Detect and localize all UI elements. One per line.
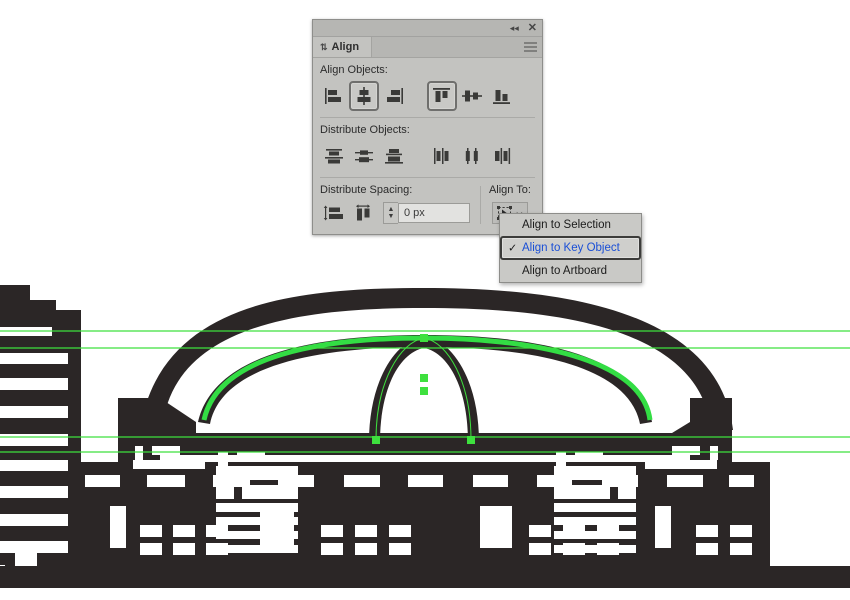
- distribute-horizontal-left-icon[interactable]: [427, 141, 457, 171]
- menu-item-align-to-key-object[interactable]: ✓ Align to Key Object: [500, 236, 641, 260]
- distribute-horizontal-center-icon[interactable]: [457, 141, 487, 171]
- align-objects-label: Align Objects:: [320, 64, 388, 76]
- align-horizontal-center-icon[interactable]: [349, 81, 379, 111]
- divider-1: [320, 117, 535, 118]
- divider-2: [320, 177, 535, 178]
- align-to-menu[interactable]: Align to Selection ✓ Align to Key Object…: [499, 213, 642, 283]
- close-icon[interactable]: ✕: [528, 22, 537, 34]
- align-left-icon[interactable]: [319, 81, 349, 111]
- vertical-separator: [480, 186, 481, 224]
- align-panel[interactable]: ◂◂ ✕ ⇅ Align Align Objects: Distribute O…: [312, 19, 543, 235]
- menu-item-label: Align to Key Object: [522, 242, 620, 254]
- quantity-stepper[interactable]: ▲ ▼: [383, 202, 398, 224]
- stepper-up-icon[interactable]: ▲: [388, 206, 395, 213]
- distribute-objects-row: [313, 140, 542, 172]
- menu-item-align-to-artboard[interactable]: Align to Artboard: [500, 260, 641, 282]
- distribute-horizontal-right-icon[interactable]: [487, 141, 517, 171]
- tab-grip-icon: ⇅: [320, 41, 328, 52]
- distribute-spacing-row: ▲ ▼: [313, 200, 476, 226]
- panel-titlebar[interactable]: ◂◂ ✕: [313, 20, 542, 37]
- align-bottom-icon[interactable]: [487, 81, 517, 111]
- distribute-vertical-center-icon[interactable]: [349, 141, 379, 171]
- tab-align-label: Align: [331, 41, 360, 53]
- spacing-field-group[interactable]: ▲ ▼: [383, 202, 470, 224]
- menu-item-label: Align to Selection: [522, 219, 611, 231]
- distribute-horizontal-spacing-icon[interactable]: [349, 198, 379, 228]
- check-icon: ✓: [508, 242, 518, 255]
- align-right-icon[interactable]: [379, 81, 409, 111]
- distribute-vertical-spacing-icon[interactable]: [319, 198, 349, 228]
- menu-item-align-to-selection[interactable]: Align to Selection: [500, 214, 641, 236]
- align-top-icon[interactable]: [427, 81, 457, 111]
- panel-menu-icon[interactable]: [524, 42, 537, 52]
- distribute-vertical-bottom-icon[interactable]: [379, 141, 409, 171]
- distribute-spacing-group: Distribute Spacing: ▲ ▼ 0 px: [313, 184, 476, 226]
- menu-item-label: Align to Artboard: [522, 265, 608, 277]
- panel-tab-row[interactable]: ⇅ Align: [313, 37, 542, 58]
- distribute-objects-label: Distribute Objects:: [320, 124, 410, 136]
- collapse-double-left-icon[interactable]: ◂◂: [510, 23, 519, 33]
- distribute-vertical-top-icon[interactable]: [319, 141, 349, 171]
- distribute-spacing-input[interactable]: [398, 203, 470, 223]
- panel-body: Align Objects: Distribute Objects: Distr…: [313, 58, 542, 234]
- align-objects-row: [313, 80, 542, 112]
- align-to-label: Align To:: [488, 184, 531, 196]
- align-vertical-center-icon[interactable]: [457, 81, 487, 111]
- tab-align[interactable]: ⇅ Align: [313, 37, 373, 57]
- stepper-down-icon[interactable]: ▼: [388, 213, 395, 220]
